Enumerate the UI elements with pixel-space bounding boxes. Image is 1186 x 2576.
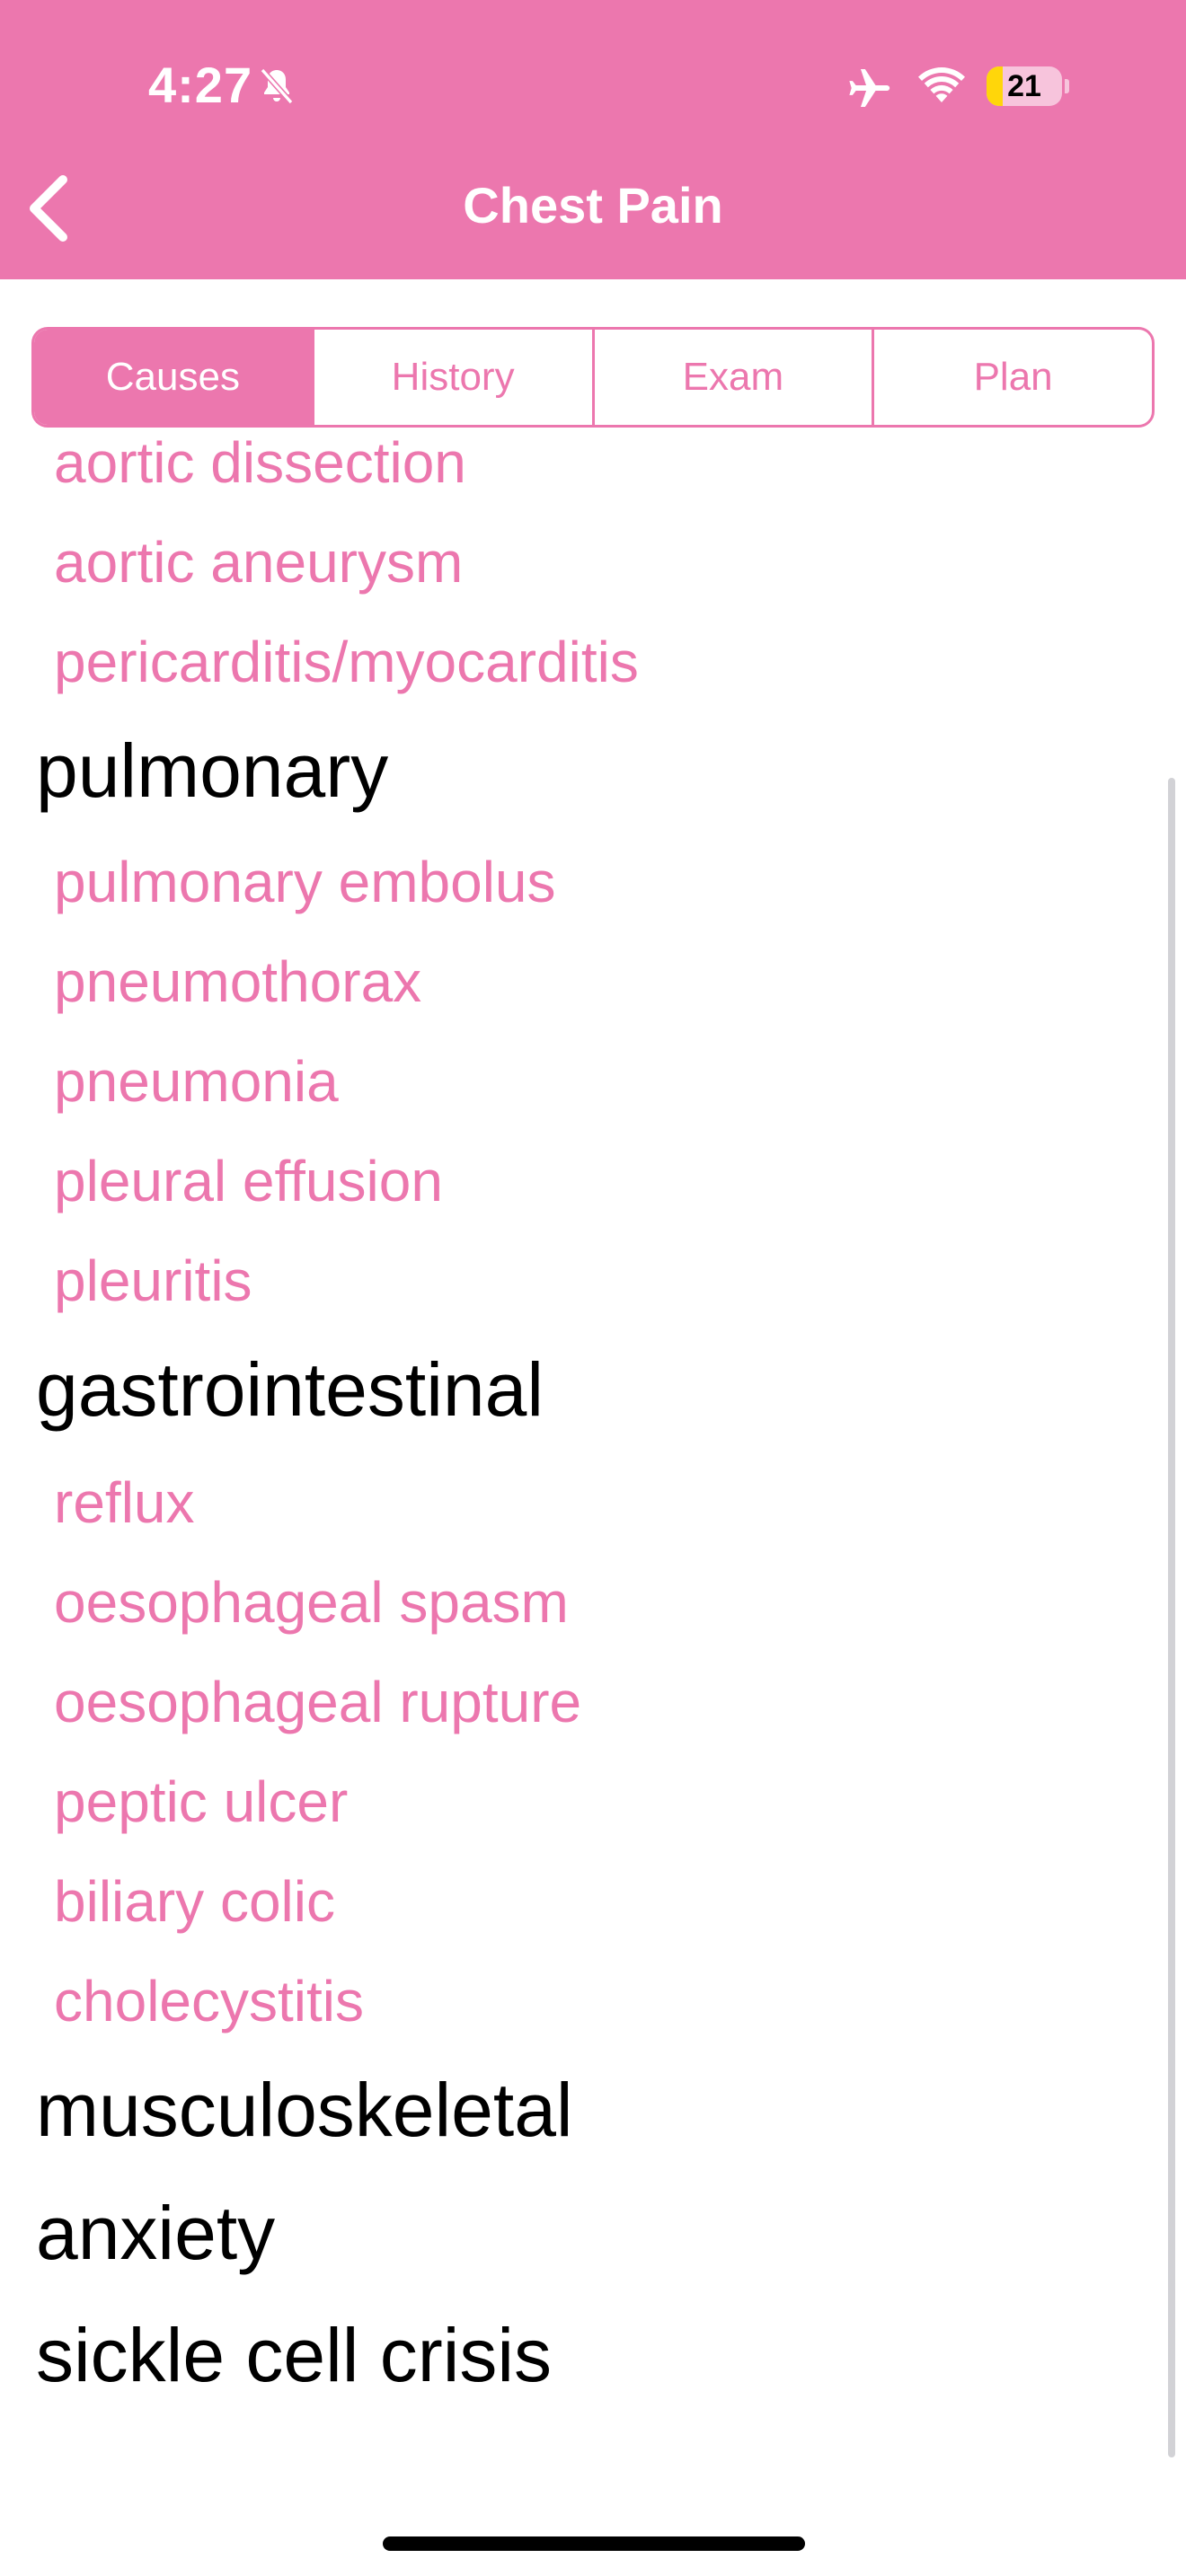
- status-time: 4:27: [148, 57, 253, 113]
- causes-list[interactable]: aortic dissection aortic aneurysm perica…: [0, 428, 1186, 2466]
- list-item-oesophageal-rupture[interactable]: oesophageal rupture: [54, 1673, 581, 1731]
- list-item-cholecystitis[interactable]: cholecystitis: [54, 1972, 364, 2030]
- list-item-peptic-ulcer[interactable]: peptic ulcer: [54, 1773, 348, 1831]
- list-item-pericarditis-myocarditis[interactable]: pericarditis/myocarditis: [54, 633, 639, 691]
- list-item-pleuritis[interactable]: pleuritis: [54, 1252, 252, 1310]
- list-item-biliary-colic[interactable]: biliary colic: [54, 1873, 335, 1930]
- battery-icon: 21: [987, 66, 1069, 106]
- tab-history[interactable]: History: [311, 330, 592, 425]
- list-item-oesophageal-spasm[interactable]: oesophageal spasm: [54, 1574, 569, 1631]
- list-item-aortic-aneurysm[interactable]: aortic aneurysm: [54, 534, 463, 591]
- list-item-pneumonia[interactable]: pneumonia: [54, 1053, 339, 1110]
- category-gastrointestinal[interactable]: gastrointestinal: [36, 1352, 544, 1427]
- tab-causes[interactable]: Causes: [34, 330, 312, 425]
- list-item-pneumothorax[interactable]: pneumothorax: [54, 953, 421, 1010]
- scrollbar[interactable]: [1168, 778, 1175, 2457]
- wifi-icon: [918, 67, 965, 102]
- page-title: Chest Pain: [463, 177, 723, 234]
- home-indicator[interactable]: [383, 2536, 805, 2551]
- list-item-reflux[interactable]: reflux: [54, 1474, 195, 1531]
- battery-level: 21: [1007, 69, 1041, 103]
- category-sickle-cell-crisis[interactable]: sickle cell crisis: [36, 2317, 552, 2393]
- screen: 4:27 21 Chest Pain Causes History Exam P…: [0, 0, 1186, 2576]
- airplane-icon: [849, 69, 890, 107]
- list-item-pulmonary-embolus[interactable]: pulmonary embolus: [54, 853, 556, 911]
- category-musculoskeletal[interactable]: musculoskeletal: [36, 2072, 573, 2148]
- tab-exam[interactable]: Exam: [591, 330, 872, 425]
- tab-plan[interactable]: Plan: [872, 330, 1152, 425]
- header-bar: 4:27 21 Chest Pain: [0, 0, 1186, 279]
- bell-slash-icon: [260, 67, 294, 105]
- list-item-pleural-effusion[interactable]: pleural effusion: [54, 1152, 443, 1210]
- battery-cap: [1065, 79, 1069, 93]
- category-pulmonary[interactable]: pulmonary: [36, 733, 388, 808]
- segmented-control: Causes History Exam Plan: [31, 327, 1155, 428]
- battery-body: 21: [987, 66, 1062, 106]
- category-anxiety[interactable]: anxiety: [36, 2195, 275, 2271]
- list-item-aortic-dissection[interactable]: aortic dissection: [54, 434, 466, 491]
